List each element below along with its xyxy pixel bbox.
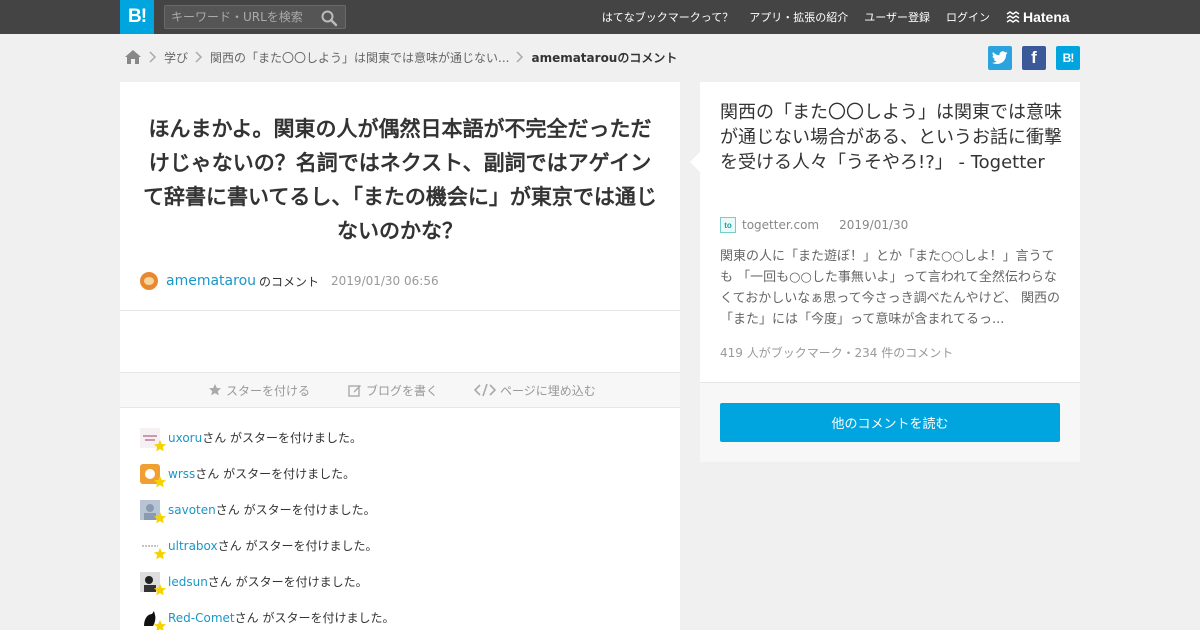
avatar[interactable] — [140, 464, 166, 488]
entry-title-link[interactable]: 関西の「また〇〇しよう」は関東では意味が通じない場合がある、というお話に衝撃を受… — [720, 100, 1062, 175]
entry-domain[interactable]: togetter.com — [742, 218, 819, 232]
hatena-brand-text: Hatena — [1023, 9, 1070, 25]
add-star-label: スターを付ける — [226, 383, 311, 398]
breadcrumb: 学び 関西の「また〇〇しよう」は関東では意味が通じない... amemataro… — [124, 46, 677, 68]
entry-source: to togetter.com 2019/01/30 — [720, 216, 908, 234]
code-icon — [474, 383, 496, 397]
comment-date: 2019/01/30 06:56 — [331, 274, 439, 288]
nav-about[interactable]: はてなブックマークって？ — [602, 9, 733, 25]
breadcrumb-category[interactable]: 学び — [164, 49, 188, 66]
hatena-share-button[interactable]: B! — [1056, 46, 1080, 70]
list-item: savoten さん がスターを付けました。 — [140, 500, 394, 536]
star-user-link[interactable]: Red-Comet — [168, 608, 235, 628]
avatar[interactable] — [140, 572, 166, 596]
star-icon — [154, 476, 166, 488]
star-user-link[interactable]: wrss — [168, 464, 195, 484]
nav-login[interactable]: ログイン — [946, 9, 990, 25]
breadcrumb-current: amematarouのコメント — [531, 50, 678, 65]
twitter-share-button[interactable] — [988, 46, 1012, 70]
star-user-link[interactable]: ultrabox — [168, 536, 218, 556]
write-blog-label: ブログを書く — [366, 383, 439, 398]
avatar[interactable] — [140, 536, 166, 560]
search-icon[interactable] — [320, 9, 338, 27]
star-icon — [154, 548, 166, 560]
chevron-right-icon — [142, 46, 164, 68]
chevron-right-icon — [509, 46, 531, 68]
hatena-bookmark-logo[interactable]: B! — [120, 0, 154, 34]
search-input[interactable] — [171, 9, 316, 25]
star-suffix: さん がスターを付けました。 — [234, 611, 395, 625]
list-item: ledsun さん がスターを付けました。 — [140, 572, 394, 608]
star-user-link[interactable]: uxoru — [168, 428, 202, 448]
star-list: uxoru さん がスターを付けました。 wrss さん がスターを付けました。… — [140, 428, 394, 630]
star-suffix: さん がスターを付けました。 — [207, 575, 368, 589]
list-item: uxoru さん がスターを付けました。 — [140, 428, 394, 464]
write-blog-button[interactable]: ブログを書く — [348, 381, 438, 399]
star-suffix: さん がスターを付けました。 — [202, 431, 363, 445]
header-nav: はてなブックマークって？ アプリ・拡張の紹介 ユーザー登録 ログイン — [602, 0, 990, 34]
list-item: wrss さん がスターを付けました。 — [140, 464, 394, 500]
avatar[interactable] — [140, 428, 166, 452]
list-item: Red-Comet さん がスターを付けました。 — [140, 608, 394, 630]
comment-text: ほんまかよ。関東の人が偶然日本語が不完全だっただけじゃないの？名詞ではネクスト、… — [143, 117, 657, 243]
breadcrumb-entry[interactable]: 関西の「また〇〇しよう」は関東では意味が通じない... — [210, 49, 509, 66]
hatena-mark-icon — [1006, 11, 1020, 23]
edit-icon — [348, 385, 361, 397]
avatar[interactable] — [140, 272, 158, 290]
star-icon — [209, 384, 221, 396]
twitter-bird-icon — [992, 51, 1008, 65]
hatena-b-icon: B! — [1062, 51, 1075, 65]
star-icon — [154, 512, 166, 524]
comment-action-bar: スターを付ける ブログを書く ページに埋め込む — [120, 372, 680, 408]
star-suffix: さん がスターを付けました。 — [195, 467, 356, 481]
entry-card-footer: 他のコメントを読む — [700, 382, 1080, 462]
entry-bookmark-counts[interactable]: 419 人がブックマーク・234 件のコメント — [720, 344, 953, 361]
togetter-favicon-icon: to — [720, 217, 736, 233]
search-box — [164, 5, 346, 29]
nav-register[interactable]: ユーザー登録 — [864, 9, 930, 25]
avatar[interactable] — [140, 608, 166, 630]
entry-summary: 関東の人に「また遊ぼ！」とか「また○○しよ！」言うても 「一回も○○した事無いよ… — [720, 249, 1061, 327]
divider — [120, 310, 680, 311]
hatena-brand-link[interactable]: Hatena — [1006, 8, 1070, 26]
add-star-button[interactable]: スターを付ける — [208, 381, 310, 399]
embed-label: ページに埋め込む — [500, 383, 596, 398]
facebook-f-icon: f — [1031, 48, 1037, 67]
star-user-link[interactable]: savoten — [168, 500, 216, 520]
embed-button[interactable]: ページに埋め込む — [474, 381, 596, 399]
read-other-comments-button[interactable]: 他のコメントを読む — [720, 403, 1060, 442]
star-user-link[interactable]: ledsun — [168, 572, 208, 592]
entry-date: 2019/01/30 — [839, 218, 909, 232]
star-icon — [154, 584, 166, 596]
star-suffix: さん がスターを付けました。 — [217, 539, 378, 553]
list-item: ultrabox さん がスターを付けました。 — [140, 536, 394, 572]
nav-apps[interactable]: アプリ・拡張の紹介 — [749, 9, 848, 25]
avatar[interactable] — [140, 500, 166, 524]
star-icon — [154, 620, 166, 630]
comment-author-suffix: のコメント — [259, 274, 320, 289]
comment-author-link[interactable]: amematarou — [166, 273, 256, 289]
top-bar: B! はてなブックマークって？ アプリ・拡張の紹介 ユーザー登録 ログイン Ha… — [0, 0, 1200, 34]
star-icon — [154, 440, 166, 452]
comment-card: ほんまかよ。関東の人が偶然日本語が不完全だっただけじゃないの？名詞ではネクスト、… — [120, 82, 680, 630]
star-suffix: さん がスターを付けました。 — [215, 503, 376, 517]
comment-meta: amematarou のコメント 2019/01/30 06:56 — [140, 270, 439, 292]
home-icon[interactable] — [124, 48, 142, 66]
facebook-share-button[interactable]: f — [1022, 46, 1046, 70]
entry-card: 関西の「また〇〇しよう」は関東では意味が通じない場合がある、というお話に衝撃を受… — [690, 82, 1080, 462]
chevron-right-icon — [188, 46, 210, 68]
